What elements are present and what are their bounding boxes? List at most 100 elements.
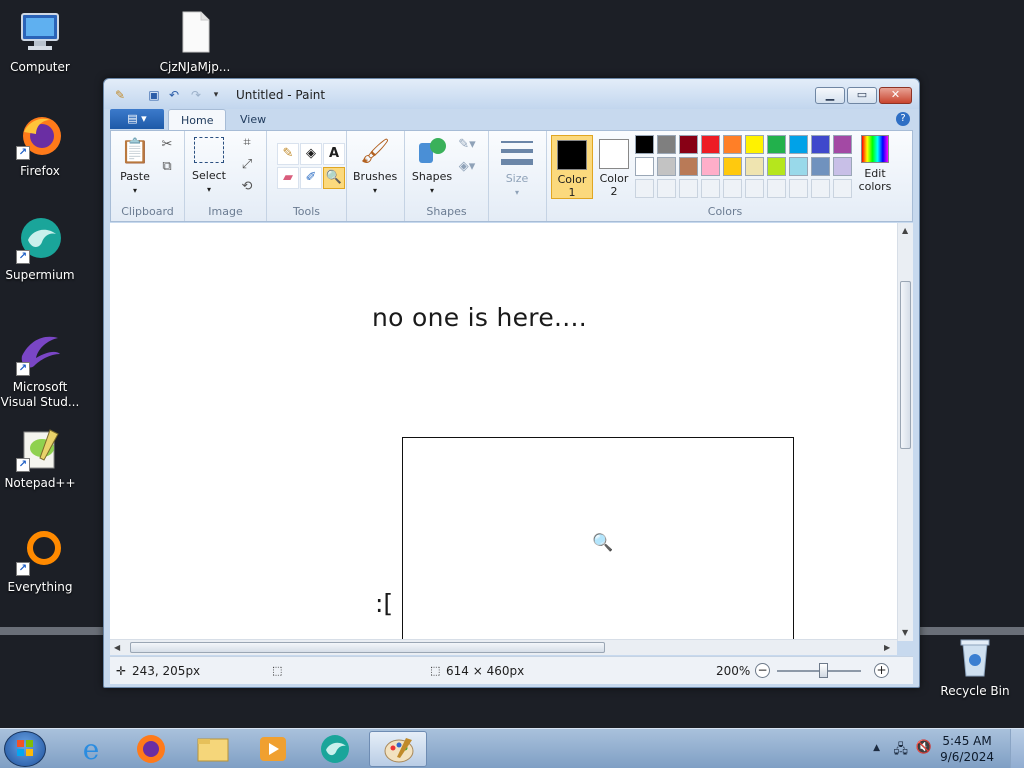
tray-time: 5:45 AM (942, 734, 992, 748)
tray-overflow-chevron-icon[interactable]: ▲ (873, 743, 880, 753)
color-swatch[interactable] (701, 135, 720, 154)
color-swatch[interactable] (723, 157, 742, 176)
color-swatch[interactable] (767, 157, 786, 176)
desktop-icon-computer[interactable]: Computer (0, 8, 80, 75)
custom-color-slot[interactable] (701, 179, 720, 198)
color-swatch[interactable] (635, 157, 654, 176)
tab-home[interactable]: Home (168, 109, 227, 130)
tray-date: 9/6/2024 (940, 750, 994, 764)
desktop-icon-label: Recycle Bin (940, 684, 1010, 698)
resize-icon[interactable]: ⤢ (237, 155, 257, 175)
color-swatch[interactable] (745, 157, 764, 176)
shapes-button[interactable]: Shapes ▾ (411, 135, 453, 197)
color-swatch[interactable] (635, 135, 654, 154)
color-swatch[interactable] (789, 157, 808, 176)
desktop-icon-recycle-bin[interactable]: Recycle Bin (935, 632, 1015, 699)
custom-color-slot[interactable] (723, 179, 742, 198)
desktop-icon-supermium[interactable]: ↗ Supermium (0, 216, 80, 283)
scroll-left-arrow-icon[interactable]: ◀ (114, 643, 120, 652)
pencil-icon[interactable]: ✎ (277, 143, 299, 165)
custom-color-slot[interactable] (745, 179, 764, 198)
color1-button[interactable]: Color 1 (551, 135, 593, 199)
minimize-button[interactable]: ▁ (815, 87, 845, 104)
color-swatch[interactable] (811, 157, 830, 176)
customize-qat-icon[interactable]: ▾ (208, 87, 224, 103)
color-swatch[interactable] (811, 135, 830, 154)
magnifier-icon[interactable]: 🔍 (323, 167, 345, 189)
vertical-scroll-thumb[interactable] (900, 281, 911, 449)
maximize-button[interactable]: ▭ (847, 87, 877, 104)
taskbar-paint-icon[interactable] (369, 731, 427, 767)
color2-button[interactable]: Color 2 (593, 135, 635, 199)
color-picker-icon[interactable]: ✐ (300, 167, 322, 189)
taskbar-ie-icon[interactable]: e (62, 731, 120, 767)
color-swatch[interactable] (723, 135, 742, 154)
taskbar-firefox-icon[interactable] (122, 731, 180, 767)
color-swatch[interactable] (767, 135, 786, 154)
horizontal-scroll-thumb[interactable] (130, 642, 605, 653)
network-icon[interactable]: 🖧 (894, 740, 909, 762)
color-swatch[interactable] (657, 157, 676, 176)
desktop-icon-visual-studio[interactable]: ↗ Microsoft Visual Stud... (0, 328, 82, 410)
color-swatch[interactable] (679, 135, 698, 154)
tab-view[interactable]: View (228, 109, 278, 130)
vertical-scrollbar[interactable]: ▲ ▼ (897, 223, 913, 641)
custom-color-slot[interactable] (767, 179, 786, 198)
undo-icon[interactable]: ↶ (166, 87, 182, 103)
fill-shape-icon[interactable]: ◈▾ (457, 157, 477, 177)
rotate-icon[interactable]: ⟲ (237, 177, 257, 197)
taskbar-explorer-icon[interactable] (184, 731, 242, 767)
tray-clock[interactable]: 5:45 AM 9/6/2024 (940, 733, 994, 765)
volume-muted-icon[interactable]: 🔇 (916, 740, 932, 755)
outline-icon[interactable]: ✎▾ (457, 135, 477, 155)
zoom-slider-thumb[interactable] (819, 663, 828, 678)
close-button[interactable]: ✕ (879, 87, 912, 104)
size-button[interactable]: Size ▾ (497, 137, 537, 199)
desktop-icon-file[interactable]: CjzNJaMjp... (155, 8, 235, 75)
custom-color-slot[interactable] (811, 179, 830, 198)
zoom-out-button[interactable]: − (755, 663, 770, 678)
file-menu-button[interactable]: ▤ ▾ (110, 109, 164, 129)
color-swatch[interactable] (745, 135, 764, 154)
edit-colors-button[interactable]: Edit colors (853, 135, 897, 193)
color-swatch[interactable] (679, 157, 698, 176)
color-swatch[interactable] (657, 135, 676, 154)
taskbar-media-player-icon[interactable] (244, 731, 302, 767)
show-desktop-button[interactable] (1010, 729, 1024, 768)
color-swatch[interactable] (833, 135, 852, 154)
color-swatch[interactable] (701, 157, 720, 176)
desktop-icon-everything[interactable]: ↗ Everything (0, 528, 80, 595)
canvas-area[interactable]: no one is here.... :[ 🔍 (110, 223, 913, 641)
custom-color-slot[interactable] (679, 179, 698, 198)
paste-button[interactable]: 📋 Paste ▾ (117, 135, 153, 197)
taskbar-supermium-icon[interactable] (306, 731, 364, 767)
crop-icon[interactable]: ⌗ (237, 133, 257, 153)
copy-icon[interactable]: ⧉ (157, 157, 177, 177)
custom-color-slot[interactable] (789, 179, 808, 198)
select-button[interactable]: Select ▾ (191, 137, 227, 196)
brushes-button[interactable]: 🖌 Brushes ▾ (353, 135, 397, 197)
desktop-icon-notepadpp[interactable]: ↗ Notepad++ (0, 424, 80, 491)
color-swatch[interactable] (833, 157, 852, 176)
zoom-in-button[interactable]: + (874, 663, 889, 678)
cut-icon[interactable]: ✂ (157, 135, 177, 155)
scroll-right-arrow-icon[interactable]: ▶ (884, 643, 890, 652)
eraser-icon[interactable]: ▰ (277, 167, 299, 189)
custom-color-slot[interactable] (833, 179, 852, 198)
color-swatch[interactable] (789, 135, 808, 154)
redo-icon[interactable]: ↷ (188, 87, 204, 103)
start-button[interactable] (4, 731, 46, 767)
scroll-up-arrow-icon[interactable]: ▲ (902, 226, 908, 235)
fill-icon[interactable]: ◈ (300, 143, 322, 165)
save-icon[interactable]: ▣ (146, 87, 162, 103)
custom-color-slot[interactable] (657, 179, 676, 198)
text-icon[interactable]: A (323, 143, 345, 165)
cursor-position: 243, 205px (132, 664, 201, 678)
title-bar[interactable]: ✎ ▣ ↶ ↷ ▾ Untitled - Paint ▁ ▭ ✕ (104, 79, 919, 109)
scroll-down-arrow-icon[interactable]: ▼ (902, 628, 908, 637)
paint-app-icon[interactable]: ✎ (112, 87, 128, 103)
custom-color-slot[interactable] (635, 179, 654, 198)
horizontal-scrollbar[interactable]: ◀ ▶ (110, 639, 897, 655)
help-icon[interactable]: ? (896, 112, 910, 126)
desktop-icon-firefox[interactable]: ↗ Firefox (0, 112, 80, 179)
